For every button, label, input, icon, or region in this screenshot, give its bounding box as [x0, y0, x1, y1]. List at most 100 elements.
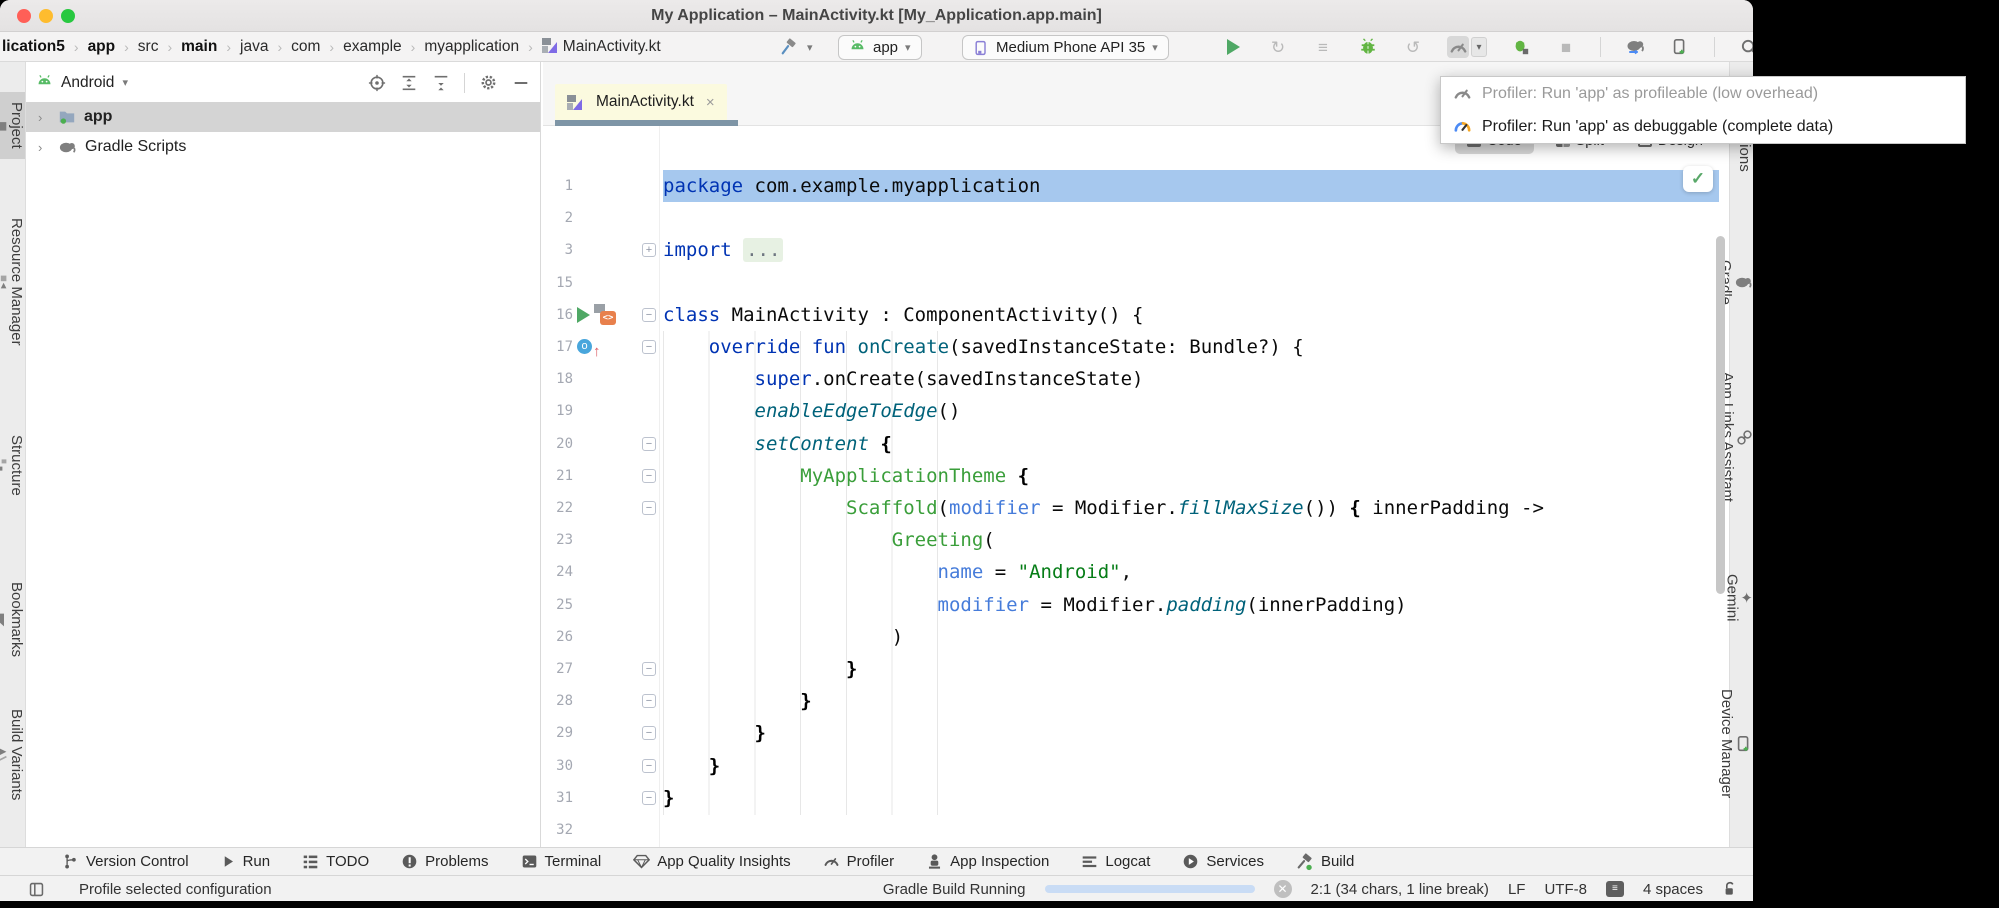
- device-select[interactable]: Medium Phone API 35 ▾: [962, 35, 1169, 60]
- run-class-icon[interactable]: [577, 307, 590, 323]
- code-line-16[interactable]: 16<>−class MainActivity : ComponentActiv…: [543, 299, 1729, 331]
- line-number[interactable]: 30: [543, 750, 573, 782]
- line-number[interactable]: 29: [543, 717, 573, 749]
- cancel-build-icon[interactable]: ✕: [1274, 880, 1292, 898]
- line-number[interactable]: 17: [543, 331, 573, 363]
- gradle-sync-icon[interactable]: [1624, 36, 1646, 58]
- expand-all-icon[interactable]: [400, 74, 418, 92]
- locate-file-icon[interactable]: [368, 74, 386, 92]
- sidebar-item-app-links-assistant[interactable]: App Links Assistant: [1730, 362, 1753, 512]
- lock-icon[interactable]: [1722, 881, 1738, 897]
- sidebar-item-project[interactable]: Project: [0, 92, 25, 159]
- chevron-right-icon[interactable]: ›: [38, 140, 50, 155]
- code-text[interactable]: Greeting(: [663, 524, 995, 556]
- code-line-27[interactable]: 27− }: [543, 653, 1729, 685]
- breadcrumb-item[interactable]: com: [291, 38, 320, 56]
- code-line-23[interactable]: 23 Greeting(: [543, 524, 1729, 556]
- code-text[interactable]: name = "Android",: [663, 556, 1132, 588]
- code-canvas[interactable]: 1package com.example.myapplication23+imp…: [543, 126, 1729, 847]
- code-line-17[interactable]: 17o↑− override fun onCreate(savedInstanc…: [543, 331, 1729, 363]
- line-number[interactable]: 15: [543, 267, 573, 299]
- fold-marker[interactable]: +: [642, 243, 656, 257]
- code-text[interactable]: override fun onCreate(savedInstanceState…: [663, 331, 1304, 363]
- line-number[interactable]: 28: [543, 685, 573, 717]
- override-gutter-icon[interactable]: o↑: [577, 331, 603, 363]
- code-text[interactable]: package com.example.myapplication: [663, 170, 1041, 202]
- sidebar-item-bookmarks[interactable]: Bookmarks: [0, 572, 25, 667]
- sidebar-item-resource-manager[interactable]: Resource Manager: [0, 208, 25, 356]
- fold-end-marker[interactable]: −: [642, 726, 656, 740]
- run-configuration-select[interactable]: app ▾: [838, 35, 922, 60]
- line-number[interactable]: 27: [543, 653, 573, 685]
- code-text[interactable]: MyApplicationTheme {: [663, 460, 1029, 492]
- run-gutter-icons[interactable]: <>: [577, 299, 616, 331]
- project-view-select[interactable]: Android: [61, 74, 114, 92]
- close-tab-icon[interactable]: ×: [706, 94, 715, 111]
- code-text[interactable]: ): [663, 621, 903, 653]
- hide-panel-icon[interactable]: [512, 74, 530, 92]
- code-line-31[interactable]: 31−}: [543, 782, 1729, 814]
- line-number[interactable]: 20: [543, 428, 573, 460]
- toolwindow-button-version-control[interactable]: Version Control: [62, 853, 189, 870]
- code-text[interactable]: class MainActivity : ComponentActivity()…: [663, 299, 1143, 331]
- apply-code-changes-icon[interactable]: ≡: [1312, 36, 1334, 58]
- code-text[interactable]: setContent {: [663, 428, 892, 460]
- sidebar-item-build-variants[interactable]: Build Variants: [0, 699, 25, 810]
- code-line-24[interactable]: 24 name = "Android",: [543, 556, 1729, 588]
- line-number[interactable]: 24: [543, 556, 573, 588]
- tree-row-app[interactable]: › app: [26, 102, 540, 132]
- toolwindow-button-services[interactable]: Services: [1182, 853, 1264, 870]
- toolwindow-button-todo[interactable]: TODO: [302, 853, 369, 870]
- line-number[interactable]: 26: [543, 621, 573, 653]
- code-text[interactable]: enableEdgeToEdge(): [663, 395, 960, 427]
- chevron-right-icon[interactable]: ›: [38, 110, 50, 125]
- code-line-20[interactable]: 20− setContent {: [543, 428, 1729, 460]
- sidebar-item-structure[interactable]: Structure: [0, 425, 25, 506]
- code-line-19[interactable]: 19 enableEdgeToEdge(): [543, 395, 1729, 427]
- caret-position[interactable]: 2:1 (34 chars, 1 line break): [1311, 881, 1489, 898]
- code-line-1[interactable]: 1package com.example.myapplication: [543, 170, 1729, 202]
- code-text[interactable]: }: [663, 782, 674, 814]
- code-text[interactable]: super.onCreate(savedInstanceState): [663, 363, 1143, 395]
- code-line-21[interactable]: 21− MyApplicationTheme {: [543, 460, 1729, 492]
- toolwindow-button-app-quality-insights[interactable]: App Quality Insights: [633, 853, 790, 870]
- tab-mainactivity[interactable]: MainActivity.kt ×: [555, 84, 727, 120]
- collapse-all-icon[interactable]: [432, 74, 450, 92]
- code-text[interactable]: }: [663, 750, 720, 782]
- line-number[interactable]: 31: [543, 782, 573, 814]
- line-number[interactable]: 21: [543, 460, 573, 492]
- sidebar-item-device-manager[interactable]: Device Manager: [1730, 679, 1753, 808]
- editor-scrollbar[interactable]: [1716, 236, 1725, 594]
- attach-debugger-icon[interactable]: [1510, 36, 1532, 58]
- panel-settings-gear-icon[interactable]: [479, 73, 498, 92]
- toolwindow-button-terminal[interactable]: Terminal: [521, 853, 602, 870]
- code-text[interactable]: Scaffold(modifier = Modifier.fillMaxSize…: [663, 492, 1544, 524]
- line-number[interactable]: 25: [543, 589, 573, 621]
- code-text[interactable]: }: [663, 685, 812, 717]
- menu-item-profileable[interactable]: Profiler: Run 'app' as profileable (low …: [1441, 77, 1965, 110]
- line-separator[interactable]: LF: [1508, 881, 1526, 898]
- code-line-18[interactable]: 18 super.onCreate(savedInstanceState): [543, 363, 1729, 395]
- breadcrumb-item[interactable]: main: [181, 38, 217, 56]
- code-line-29[interactable]: 29− }: [543, 717, 1729, 749]
- toolwindow-button-logcat[interactable]: Logcat: [1081, 853, 1150, 870]
- code-line-30[interactable]: 30 − }: [543, 750, 1729, 782]
- restart-activity-icon[interactable]: ↻: [1267, 36, 1289, 58]
- inspections-ok-check-icon[interactable]: ✓: [1683, 166, 1713, 192]
- file-encoding[interactable]: UTF-8: [1544, 881, 1587, 898]
- build-options-chevron-down-icon[interactable]: ▾: [807, 41, 813, 54]
- toolwindow-button-problems[interactable]: Problems: [401, 853, 488, 870]
- chevron-down-icon[interactable]: ▾: [122, 76, 128, 89]
- fold-end-marker[interactable]: −: [642, 662, 656, 676]
- breadcrumb-item[interactable]: app: [88, 38, 116, 56]
- code-text[interactable]: import ...: [663, 234, 783, 266]
- fold-end-marker[interactable]: −: [642, 759, 656, 773]
- toolwindow-button-app-inspection[interactable]: App Inspection: [926, 853, 1049, 870]
- code-line-28[interactable]: 28− }: [543, 685, 1729, 717]
- toolwindow-button-profiler[interactable]: Profiler: [823, 853, 895, 870]
- breadcrumb-item[interactable]: myapplication: [424, 38, 519, 56]
- code-line-32[interactable]: 32: [543, 814, 1729, 846]
- apply-changes-icon[interactable]: ↺: [1402, 36, 1424, 58]
- breadcrumb-item[interactable]: java: [240, 38, 268, 56]
- tree-row-gradle-scripts[interactable]: › Gradle Scripts: [26, 132, 540, 162]
